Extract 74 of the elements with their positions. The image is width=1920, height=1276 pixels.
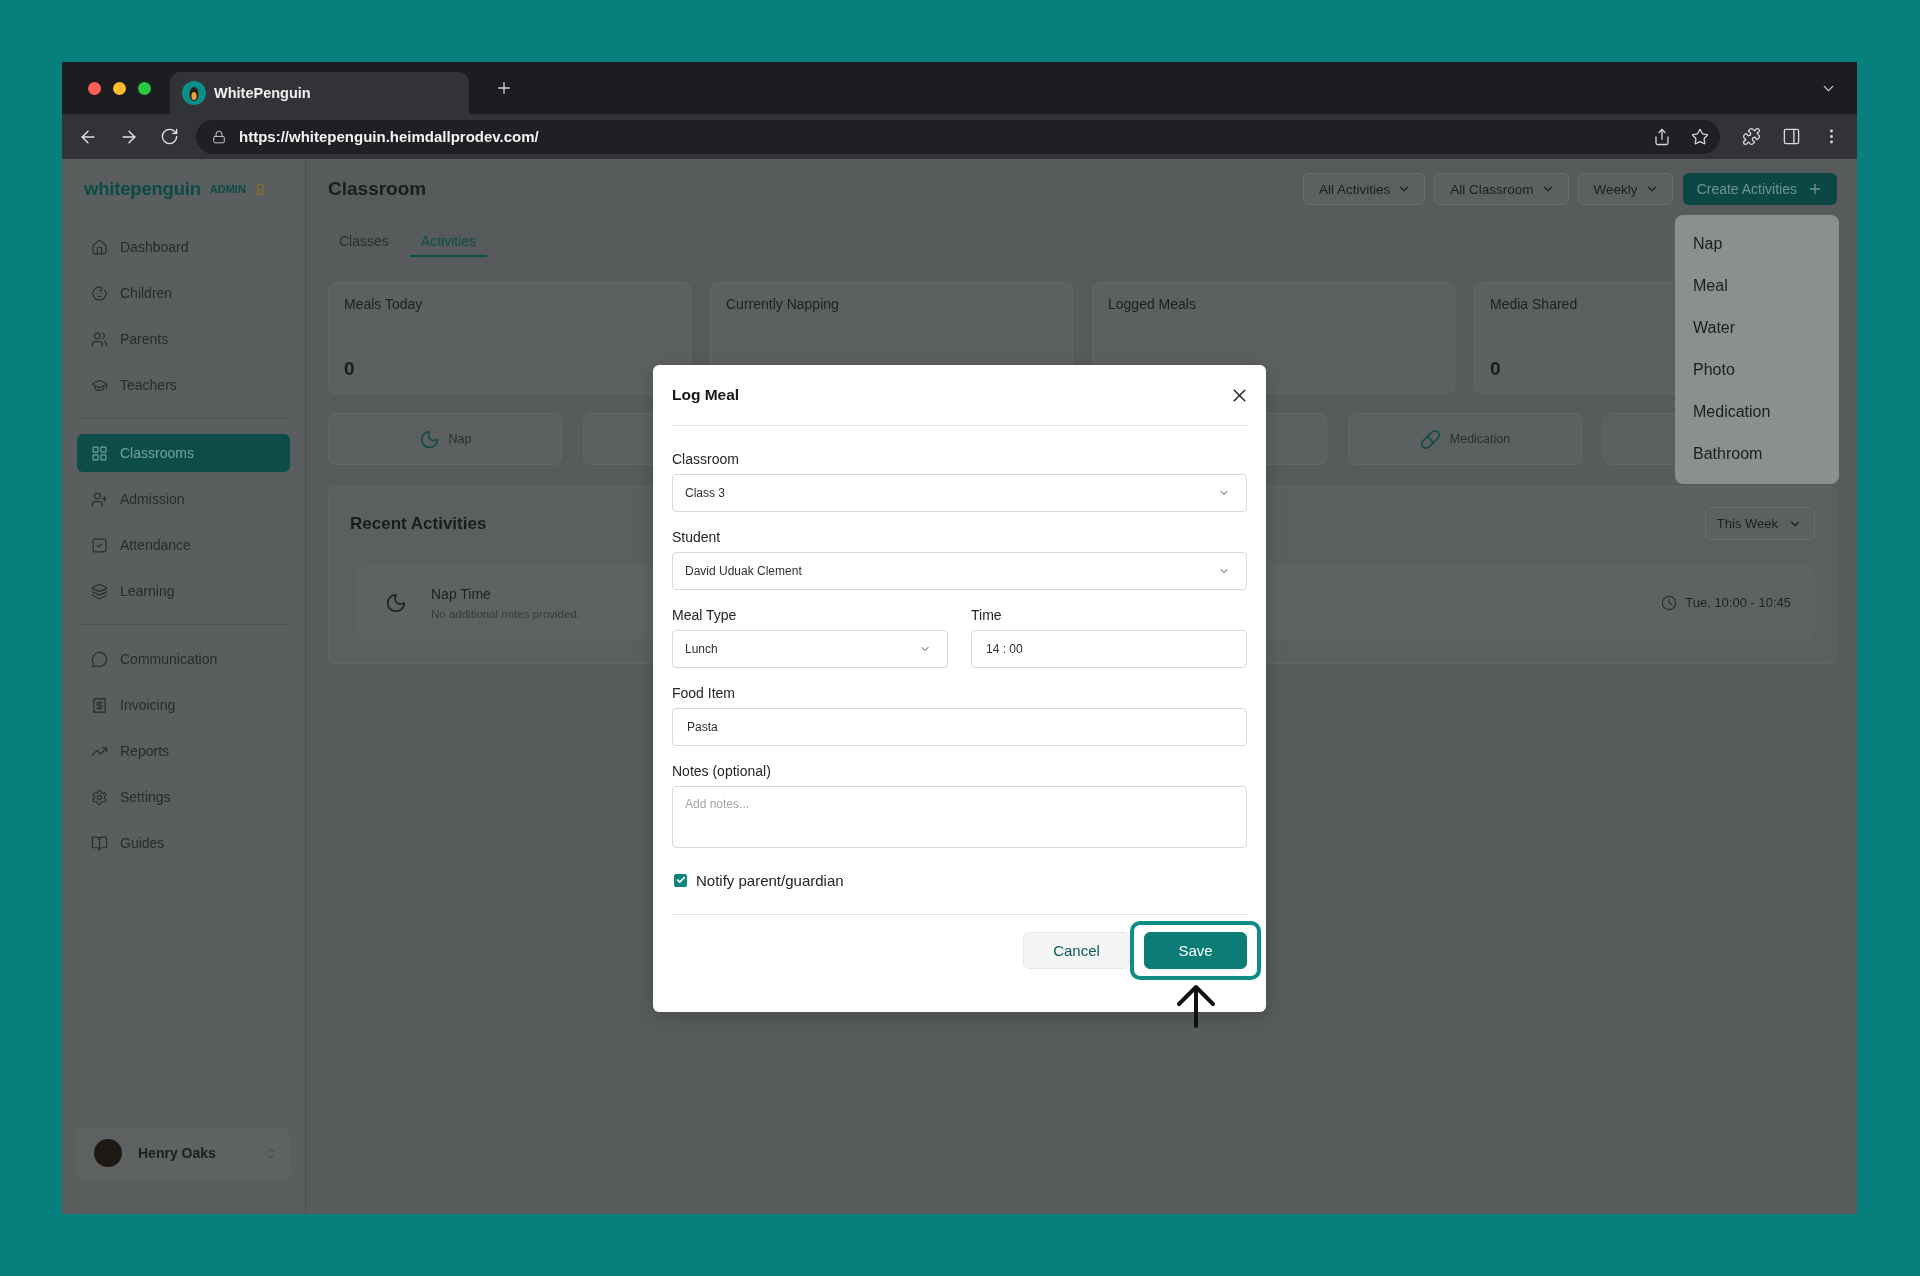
checkbox[interactable] xyxy=(674,873,687,887)
clock-icon xyxy=(1661,594,1678,611)
check-square-icon xyxy=(91,536,108,554)
browser-tab[interactable]: WhitePenguin xyxy=(170,72,469,114)
field-label: Time xyxy=(971,606,1002,625)
lock-icon xyxy=(212,129,226,144)
pill-icon xyxy=(1419,428,1441,450)
field-label: Student xyxy=(672,528,721,547)
field-label: Meal Type xyxy=(672,606,737,625)
grid-icon xyxy=(91,444,108,462)
page-title: Classroom xyxy=(328,178,427,200)
receipt-icon xyxy=(91,696,108,714)
logo: whitepenguin xyxy=(84,178,201,200)
plus-icon[interactable] xyxy=(495,79,513,97)
filter-dropdown[interactable]: All Activities xyxy=(1303,173,1426,205)
cancel-button[interactable]: Cancel xyxy=(1023,932,1130,969)
stat-value: 0 xyxy=(344,357,355,381)
minimize-window-icon[interactable] xyxy=(113,81,126,95)
close-window-icon[interactable] xyxy=(88,81,101,95)
field-label: Food Item xyxy=(672,684,736,703)
avatar-icon xyxy=(94,1139,122,1167)
menu-item[interactable]: Bathroom xyxy=(1675,433,1839,475)
select-field[interactable]: David Uduak Clement xyxy=(672,552,1247,590)
menu-item[interactable]: Water xyxy=(1675,307,1839,349)
input-field[interactable]: Pasta xyxy=(672,708,1247,746)
user-menu[interactable]: Henry Oaks xyxy=(77,1127,290,1179)
menu-item[interactable]: Photo xyxy=(1675,349,1839,391)
section-title: Recent Activities xyxy=(350,513,487,534)
select-field[interactable]: Lunch xyxy=(672,630,948,668)
logo-icon xyxy=(182,81,206,105)
address-bar[interactable]: https://whitepenguin.heimdallprodev.com/ xyxy=(196,119,1720,154)
share-icon[interactable] xyxy=(1653,127,1671,146)
modal-title: Log Meal xyxy=(672,385,740,405)
create-button[interactable]: Create Activities xyxy=(1682,173,1837,205)
menu-item[interactable]: Meal xyxy=(1675,265,1839,307)
menu-item[interactable]: Medication xyxy=(1675,391,1839,433)
tab[interactable]: Activities xyxy=(409,226,488,257)
field-label: Classroom xyxy=(672,450,739,469)
menu-item[interactable]: Nap xyxy=(1675,223,1839,265)
settings-icon xyxy=(91,788,108,806)
maximize-window-icon[interactable] xyxy=(138,81,151,95)
filter-dropdown[interactable]: All Classroom xyxy=(1434,173,1569,205)
stat-label: Meals Today xyxy=(344,295,423,314)
user-plus-icon xyxy=(91,490,108,508)
stat-value: 0 xyxy=(1490,357,1501,381)
users-icon xyxy=(91,330,108,348)
input-field[interactable]: 14 : 00 xyxy=(971,630,1247,668)
period-dropdown[interactable]: This Week xyxy=(1704,507,1815,540)
plus-icon xyxy=(1807,181,1823,197)
stat-label: Logged Meals xyxy=(1108,295,1196,314)
side-panel-icon[interactable] xyxy=(1782,127,1801,146)
role-label: ADMIN xyxy=(209,183,246,195)
sidebar-item[interactable]: Classrooms xyxy=(77,434,290,472)
home-icon xyxy=(91,238,108,256)
chevrons-up-down-icon xyxy=(264,1146,277,1160)
save-button[interactable]: Save xyxy=(1144,932,1247,969)
activity-title: Nap Time xyxy=(431,585,491,602)
moon-icon xyxy=(385,591,407,614)
notes-field[interactable]: Add notes... xyxy=(672,786,1247,848)
stat-label: Media Shared xyxy=(1490,295,1578,314)
checkbox-label: Notify parent/guardian xyxy=(696,871,844,889)
star-icon[interactable] xyxy=(1691,127,1709,146)
speech-bubble-icon xyxy=(91,650,108,668)
stat-label: Currently Napping xyxy=(726,295,839,314)
moon-icon xyxy=(418,428,440,450)
reload-icon[interactable] xyxy=(160,127,179,146)
activity-time: Tue, 10:00 - 10:45 xyxy=(1685,595,1791,610)
book-icon xyxy=(91,834,108,852)
filter-dropdown[interactable]: Weekly xyxy=(1577,173,1673,205)
layers-icon xyxy=(91,582,108,600)
puzzle-icon[interactable] xyxy=(1742,127,1761,146)
baby-icon xyxy=(91,284,108,302)
field-label: Notes (optional) xyxy=(672,762,771,781)
select-field[interactable]: Class 3 xyxy=(672,474,1247,512)
